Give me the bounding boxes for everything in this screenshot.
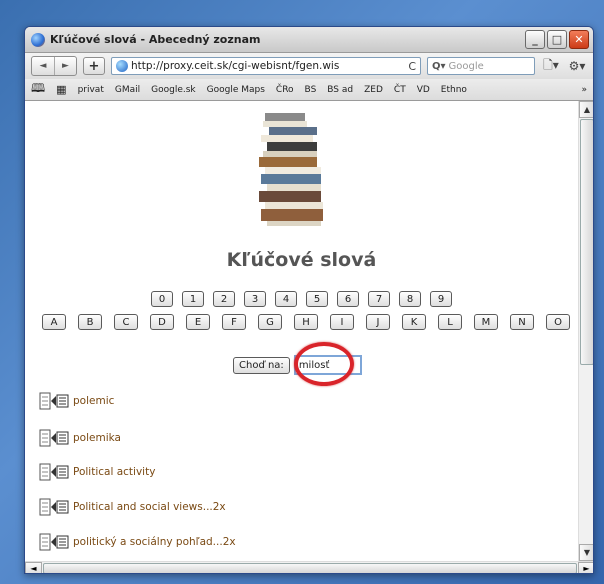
index-button-c[interactable]: C [114, 314, 138, 330]
index-button-j[interactable]: J [366, 314, 390, 330]
list-item[interactable]: Political activity [39, 463, 155, 481]
scroll-left-arrow-icon[interactable]: ◄ [25, 562, 42, 573]
index-button-0[interactable]: 0 [151, 291, 173, 307]
record-icon [39, 429, 69, 447]
bookmark-gmail[interactable]: GMail [115, 85, 140, 95]
index-button-8[interactable]: 8 [399, 291, 421, 307]
horizontal-scroll-thumb[interactable] [43, 563, 577, 573]
record-icon [39, 463, 69, 481]
letter-index-row: A B C D E F G H I J K L M N O P [42, 314, 578, 330]
vertical-scrollbar[interactable]: ▲ ▼ [578, 101, 593, 561]
index-button-5[interactable]: 5 [306, 291, 328, 307]
forward-button[interactable]: ► [54, 57, 76, 75]
record-icon [39, 392, 69, 410]
address-bar[interactable]: http://proxy.ceit.sk/cgi-webisnt/fgen.wi… [111, 57, 421, 75]
index-button-6[interactable]: 6 [337, 291, 359, 307]
bookmark-zed[interactable]: ZED [364, 85, 383, 95]
page-title: Kľúčové slová [226, 249, 377, 271]
list-item[interactable]: Political and social views...2x [39, 498, 226, 516]
bookmark-google-sk[interactable]: Google.sk [151, 85, 196, 95]
entry-label[interactable]: Political and social views...2x [73, 501, 226, 513]
index-button-e[interactable]: E [186, 314, 210, 330]
bookmark-cro[interactable]: ČRo [276, 85, 294, 95]
index-button-4[interactable]: 4 [275, 291, 297, 307]
index-button-f[interactable]: F [222, 314, 246, 330]
index-button-7[interactable]: 7 [368, 291, 390, 307]
maximize-button[interactable]: □ [547, 30, 567, 49]
entry-label[interactable]: Political activity [73, 466, 155, 478]
digit-index-row: 0 1 2 3 4 5 6 7 8 9 [25, 291, 578, 307]
list-item[interactable]: politický a sociálny pohľad...2x [39, 533, 236, 551]
search-bar[interactable]: Q▾ Google [427, 57, 535, 75]
settings-menu-icon[interactable]: ⚙▾ [567, 59, 587, 73]
index-button-3[interactable]: 3 [244, 291, 266, 307]
nav-toolbar: ◄ ► + http://proxy.ceit.sk/cgi-webisnt/f… [25, 53, 593, 79]
entry-label[interactable]: politický a sociálny pohľad...2x [73, 536, 236, 548]
bookmark-ethno[interactable]: Ethno [441, 85, 467, 95]
goto-button[interactable]: Choď na: [233, 356, 290, 374]
reload-icon[interactable]: C [408, 60, 416, 73]
search-placeholder: Google [448, 60, 484, 72]
record-icon [39, 533, 69, 551]
minimize-button[interactable]: _ [525, 30, 545, 49]
title-bar: Kľúčové slová - Abecedný zoznam _ □ ✕ [25, 27, 593, 53]
index-button-i[interactable]: I [330, 314, 354, 330]
browser-window: Kľúčové slová - Abecedný zoznam _ □ ✕ ◄ … [24, 26, 594, 574]
index-button-a[interactable]: A [42, 314, 66, 330]
entry-label[interactable]: polemika [73, 432, 121, 444]
scroll-down-arrow-icon[interactable]: ▼ [579, 544, 593, 561]
bookmark-ct[interactable]: ČT [394, 85, 406, 95]
bookmark-bs[interactable]: BS [305, 85, 317, 95]
firefox-icon [31, 32, 45, 47]
search-engine-icon[interactable]: Q▾ [432, 61, 446, 72]
horizontal-scrollbar[interactable]: ◄ ► [25, 561, 593, 573]
back-forward-group: ◄ ► [31, 56, 77, 76]
back-button[interactable]: ◄ [32, 57, 54, 75]
page-menu-icon[interactable]: 🗋▾ [541, 56, 561, 77]
window-title: Kľúčové slová - Abecedný zoznam [50, 33, 261, 46]
index-button-n[interactable]: N [510, 314, 534, 330]
bookmarks-book-icon[interactable]: 🕮 [31, 79, 45, 100]
close-button[interactable]: ✕ [569, 30, 589, 49]
index-button-b[interactable]: B [78, 314, 102, 330]
globe-icon [116, 60, 128, 72]
index-button-o[interactable]: O [546, 314, 570, 330]
books-stack-image [259, 113, 323, 226]
bookmark-privat[interactable]: privat [78, 85, 104, 95]
highlight-circle-annotation [294, 342, 354, 386]
page-content: Kľúčové slová 0 1 2 3 4 5 6 7 8 9 A B C … [25, 101, 578, 561]
bookmark-google-maps[interactable]: Google Maps [207, 85, 265, 95]
scroll-right-arrow-icon[interactable]: ► [578, 562, 593, 573]
index-button-m[interactable]: M [474, 314, 498, 330]
index-button-d[interactable]: D [150, 314, 174, 330]
page-viewport: Kľúčové slová 0 1 2 3 4 5 6 7 8 9 A B C … [25, 101, 593, 573]
index-button-k[interactable]: K [402, 314, 426, 330]
new-tab-button[interactable]: + [83, 57, 105, 75]
scroll-up-arrow-icon[interactable]: ▲ [579, 101, 593, 118]
index-button-h[interactable]: H [294, 314, 318, 330]
index-button-9[interactable]: 9 [430, 291, 452, 307]
index-button-g[interactable]: G [258, 314, 282, 330]
index-button-2[interactable]: 2 [213, 291, 235, 307]
url-text[interactable]: http://proxy.ceit.sk/cgi-webisnt/fgen.wi… [131, 60, 408, 72]
entry-label[interactable]: polemic [73, 395, 114, 407]
bookmarks-bar: 🕮 ▦ privat GMail Google.sk Google Maps Č… [25, 79, 593, 101]
bookmarks-overflow-icon[interactable]: » [581, 85, 587, 95]
index-button-l[interactable]: L [438, 314, 462, 330]
index-button-1[interactable]: 1 [182, 291, 204, 307]
bookmark-bs-ad[interactable]: BS ad [327, 85, 353, 95]
list-item[interactable]: polemika [39, 429, 121, 447]
list-item[interactable]: polemic [39, 392, 114, 410]
bookmark-vd[interactable]: VD [417, 85, 430, 95]
top-sites-grid-icon[interactable]: ▦ [56, 83, 66, 96]
vertical-scroll-thumb[interactable] [580, 119, 593, 365]
record-icon [39, 498, 69, 516]
